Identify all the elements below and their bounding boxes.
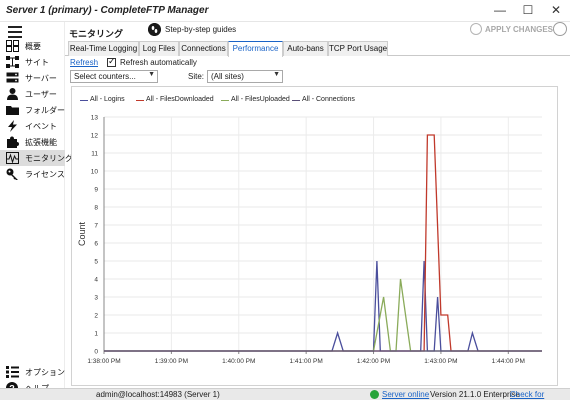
x-tick-label: 1:38:00 PM	[87, 358, 120, 365]
tab-real-time-logging[interactable]: Real-Time Logging	[68, 41, 139, 56]
refresh-icon	[470, 23, 482, 35]
performance-chart: All - Logins All - FilesDownloaded All -…	[71, 86, 558, 386]
tab-tcp-port-usage[interactable]: TCP Port Usage	[328, 41, 388, 56]
site-value: (All sites)	[211, 72, 244, 81]
y-tick-label: 12	[91, 133, 99, 140]
x-tick-label: 1:39:00 PM	[155, 358, 188, 365]
sidebar: 概要 サイト サーバー ユーザー フォルダー イベント 拡張機能 モニタリング …	[0, 22, 73, 394]
x-tick-label: 1:42:00 PM	[357, 358, 390, 365]
title-bar: Server 1 (primary) - CompleteFTP Manager…	[0, 0, 570, 22]
checkmark-icon: ✓	[108, 56, 116, 66]
dashboard-icon	[6, 40, 19, 52]
y-axis-label: Count	[77, 222, 87, 247]
y-tick-label: 9	[94, 187, 98, 194]
server-status-link[interactable]: Server online	[382, 390, 429, 399]
sidebar-item-label: サイト	[25, 58, 49, 67]
tab-performance[interactable]: Performance	[228, 41, 283, 57]
y-tick-label: 7	[94, 223, 98, 230]
page-title: モニタリング	[69, 27, 124, 42]
sidebar-item-monitoring[interactable]: モニタリング	[0, 150, 73, 166]
y-tick-label: 13	[91, 115, 99, 122]
server-icon	[6, 72, 19, 83]
x-tick-label: 1:44:00 PM	[492, 358, 525, 365]
sidebar-item-events[interactable]: イベント	[0, 118, 65, 134]
sidebar-item-label: イベント	[25, 122, 57, 131]
sidebar-item-folders[interactable]: フォルダー	[0, 102, 65, 118]
status-bar: admin@localhost:14983 (Server 1) Server …	[0, 388, 570, 400]
y-tick-label: 5	[94, 259, 98, 266]
footsteps-icon	[148, 23, 161, 36]
site-label: Site:	[188, 72, 205, 81]
x-tick-label: 1:40:00 PM	[222, 358, 255, 365]
x-tick-label: 1:43:00 PM	[424, 358, 457, 365]
page-header: モニタリング Step-by-step guides APPLY CHANGES	[65, 22, 570, 42]
series-line-0	[104, 260, 542, 352]
sidebar-item-options[interactable]: オプション	[0, 364, 65, 380]
y-tick-label: 6	[94, 241, 98, 248]
connected-user: admin@localhost:14983 (Server 1)	[96, 390, 220, 399]
sidebar-item-extensions[interactable]: 拡張機能	[0, 134, 65, 150]
performance-toolbar: Refresh ✓ Refresh automatically Select c…	[65, 56, 570, 85]
chart-plot: 0123456789101112131:38:00 PM 1:39:00 PM 1:…	[77, 115, 542, 365]
sidebar-item-label: ライセンス	[25, 170, 65, 179]
hamburger-icon[interactable]	[8, 26, 22, 38]
y-tick-label: 3	[94, 295, 98, 302]
check-updates-link[interactable]: Check for updates	[510, 390, 570, 400]
sidebar-item-label: フォルダー	[25, 106, 65, 115]
sidebar-item-label: モニタリング	[25, 154, 73, 163]
apply-changes-label: APPLY CHANGES	[485, 25, 554, 34]
sidebar-item-label: ユーザー	[25, 90, 57, 99]
sidebar-item-label: オプション	[25, 368, 65, 377]
version-text: Version 21.1.0 Enterprise	[430, 390, 520, 399]
tab-connections[interactable]: Connections	[179, 41, 228, 56]
sidebar-item-users[interactable]: ユーザー	[0, 86, 65, 102]
y-tick-label: 0	[94, 349, 98, 356]
y-tick-label: 10	[91, 169, 99, 176]
site-select[interactable]: (All sites) ▼	[207, 70, 283, 83]
sidebar-item-overview[interactable]: 概要	[0, 38, 65, 54]
chevron-down-icon: ▼	[273, 71, 280, 78]
refresh-auto-label: Refresh automatically	[120, 58, 197, 67]
y-tick-label: 2	[94, 313, 98, 320]
x-tick-label: 1:41:00 PM	[290, 358, 323, 365]
minimize-button[interactable]: —	[486, 0, 514, 22]
tab-auto-bans[interactable]: Auto-bans	[283, 41, 328, 56]
y-tick-label: 1	[94, 331, 98, 338]
chevron-down-icon: ▼	[148, 71, 155, 78]
tab-bar: Real-Time Logging Log Files Connections …	[65, 41, 570, 57]
y-tick-label: 8	[94, 205, 98, 212]
sidebar-item-sites[interactable]: サイト	[0, 54, 65, 70]
sidebar-item-label: サーバー	[25, 74, 57, 83]
exit-icon[interactable]	[553, 22, 567, 36]
apply-changes-button[interactable]: APPLY CHANGES	[470, 22, 554, 38]
sidebar-item-label: 拡張機能	[25, 138, 57, 147]
tab-log-files[interactable]: Log Files	[139, 41, 179, 56]
refresh-link[interactable]: Refresh	[70, 58, 98, 67]
y-tick-label: 4	[94, 277, 98, 284]
y-tick-label: 11	[91, 151, 98, 158]
refresh-auto-checkbox[interactable]: ✓	[107, 56, 116, 67]
window-title: Server 1 (primary) - CompleteFTP Manager	[6, 5, 209, 16]
key-icon	[6, 168, 18, 180]
sitemap-icon	[6, 56, 19, 68]
counters-placeholder: Select counters...	[74, 72, 136, 81]
monitor-icon	[6, 152, 19, 164]
step-guide-label: Step-by-step guides	[165, 25, 237, 34]
options-icon	[6, 366, 19, 378]
puzzle-icon	[7, 136, 19, 148]
maximize-button[interactable]: ☐	[514, 0, 542, 22]
lightning-icon	[8, 120, 17, 132]
close-button[interactable]: ✕	[542, 0, 570, 22]
user-icon	[7, 88, 18, 100]
status-ok-icon	[370, 390, 379, 399]
folder-icon	[6, 106, 19, 115]
counters-select[interactable]: Select counters... ▼	[70, 70, 158, 83]
sidebar-item-server[interactable]: サーバー	[0, 70, 65, 86]
sidebar-item-label: 概要	[25, 42, 41, 51]
sidebar-item-license[interactable]: ライセンス	[0, 166, 65, 182]
